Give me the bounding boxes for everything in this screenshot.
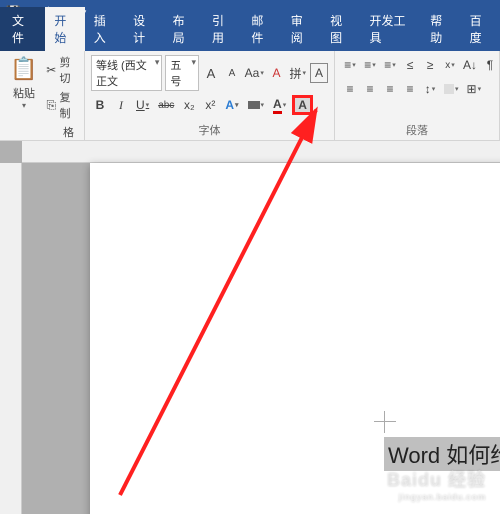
clear-format-button[interactable]: A	[268, 63, 286, 83]
tab-layout[interactable]: 布局	[164, 7, 203, 51]
copy-icon: ⎘	[46, 98, 57, 112]
sort-button[interactable]: A↓	[461, 55, 479, 75]
change-case-button[interactable]: Aa	[244, 63, 265, 83]
bold-button[interactable]: B	[91, 95, 109, 115]
tab-design[interactable]: 设计	[124, 7, 163, 51]
decrease-indent-button[interactable]: ≤	[401, 55, 419, 75]
char-border-button[interactable]: A	[310, 63, 328, 83]
watermark-brand: Baidu 经验	[387, 470, 486, 490]
highlight-button[interactable]	[245, 95, 268, 115]
document-workspace: Word 如何给文字添	[0, 141, 500, 514]
paragraph-group-label: 段落	[341, 122, 493, 140]
strike-button[interactable]: abc	[155, 95, 177, 115]
vertical-ruler[interactable]	[0, 163, 22, 514]
tab-mail[interactable]: 邮件	[242, 7, 281, 51]
font-color-button[interactable]: A	[270, 95, 289, 115]
font-name-combo[interactable]: 等线 (西文正文	[91, 55, 162, 91]
watermark-url: jingyan.baidu.com	[387, 492, 486, 502]
align-right-button[interactable]: ≡	[381, 79, 399, 99]
cursor-indicator	[374, 411, 396, 433]
line-spacing-button[interactable]: ↕	[421, 79, 439, 99]
tab-help[interactable]: 帮助	[421, 7, 460, 51]
permission-button[interactable]: x	[441, 55, 459, 75]
bucket-icon	[444, 84, 454, 94]
borders-button[interactable]: ⊞	[464, 79, 485, 99]
shrink-font-button[interactable]: A	[223, 63, 241, 83]
horizontal-ruler[interactable]	[22, 141, 500, 163]
superscript-button[interactable]: x²	[201, 95, 219, 115]
cut-button[interactable]: ✂剪切	[44, 53, 78, 87]
font-size-combo[interactable]: 五号	[165, 55, 199, 91]
text-effects-button[interactable]: A	[222, 95, 241, 115]
align-left-button[interactable]: ≡	[341, 79, 359, 99]
clipboard-icon: 📋	[10, 55, 38, 83]
char-shading-label: A	[295, 98, 310, 112]
copy-label: 复制	[60, 89, 77, 121]
paste-label: 粘贴	[13, 85, 35, 101]
group-paragraph: ≡ ≡ ≡ ≤ ≥ x A↓ ¶ ≡ ≡ ≡ ≡ ↕ ⊞ 段落	[335, 51, 500, 140]
tab-review[interactable]: 审阅	[282, 7, 321, 51]
font-color-label: A	[273, 97, 282, 114]
align-center-button[interactable]: ≡	[361, 79, 379, 99]
cut-label: 剪切	[60, 54, 77, 86]
tab-file[interactable]: 文件	[0, 7, 45, 51]
pinyin-button[interactable]: 拼	[289, 63, 308, 83]
watermark: Baidu 经验 jingyan.baidu.com	[387, 466, 486, 502]
multilevel-button[interactable]: ≡	[381, 55, 399, 75]
tab-insert[interactable]: 插入	[85, 7, 124, 51]
group-font: 等线 (西文正文 五号 A A Aa A 拼 A B I U abc x₂ x²…	[85, 51, 335, 140]
ribbon: 📋 粘贴 ▾ ✂剪切 ⎘复制 🖌格式刷 剪贴板 等线 (西文正文 五号 A A …	[0, 51, 500, 141]
ribbon-tabs: 文件 开始 插入 设计 布局 引用 邮件 审阅 视图 开发工具 帮助 百度	[0, 26, 500, 51]
tab-developer[interactable]: 开发工具	[361, 7, 422, 51]
justify-button[interactable]: ≡	[401, 79, 419, 99]
char-shading-button[interactable]: A	[292, 95, 313, 115]
group-clipboard: 📋 粘贴 ▾ ✂剪切 ⎘复制 🖌格式刷 剪贴板	[0, 51, 85, 140]
show-marks-button[interactable]: ¶	[481, 55, 499, 75]
bullets-button[interactable]: ≡	[341, 55, 359, 75]
subscript-button[interactable]: x₂	[180, 95, 198, 115]
italic-button[interactable]: I	[112, 95, 130, 115]
font-group-label: 字体	[91, 122, 328, 140]
scissors-icon: ✂	[46, 63, 57, 77]
copy-button[interactable]: ⎘复制	[44, 88, 78, 122]
increase-indent-button[interactable]: ≥	[421, 55, 439, 75]
highlighter-icon	[248, 101, 260, 109]
underline-button[interactable]: U	[133, 95, 152, 115]
tab-view[interactable]: 视图	[321, 7, 360, 51]
document-page[interactable]: Word 如何给文字添	[90, 163, 500, 514]
tab-home[interactable]: 开始	[45, 7, 84, 51]
numbering-button[interactable]: ≡	[361, 55, 379, 75]
tab-baidu[interactable]: 百度	[461, 7, 500, 51]
grow-font-button[interactable]: A	[202, 63, 220, 83]
shading-button[interactable]	[441, 79, 462, 99]
tab-references[interactable]: 引用	[203, 7, 242, 51]
